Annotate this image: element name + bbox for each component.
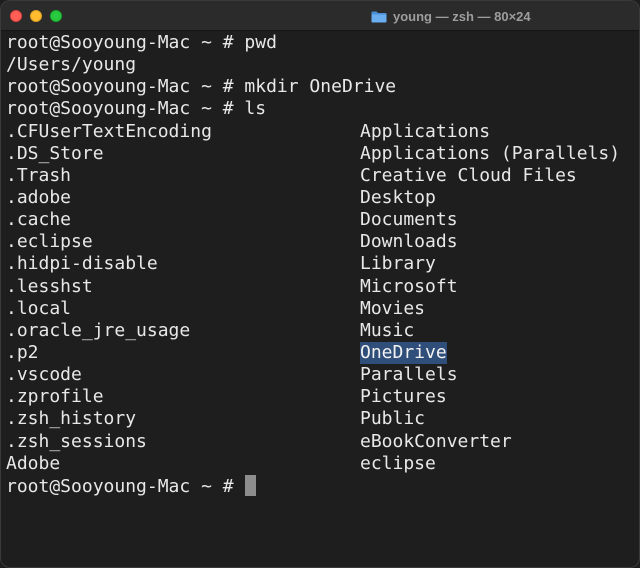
ls-row: .eclipse Downloads [6, 231, 639, 253]
window-title: young — zsh — 80×24 [393, 8, 531, 24]
ls-row: .zprofile Pictures [6, 386, 639, 408]
ls-entry: Adobe [6, 452, 61, 474]
ls-entry: Documents [360, 209, 458, 231]
ls-row: .oracle_jre_usage Music [6, 320, 639, 342]
ls-entry: eclipse [360, 452, 436, 474]
ls-row: .zsh_history Public [6, 408, 639, 430]
ls-entry: Creative Cloud Files [360, 164, 577, 186]
ls-entry: Music [360, 319, 415, 341]
ls-row: .DS_Store Applications (Parallels) [6, 143, 639, 165]
ls-entry: .Trash [6, 164, 72, 186]
terminal-output[interactable]: root@Sooyoung-Mac ~ # pwd /Users/young r… [6, 32, 639, 497]
history-line: root@Sooyoung-Mac ~ # ls [6, 98, 267, 120]
ls-entry: Library [360, 253, 436, 275]
ls-entry: .DS_Store [6, 142, 104, 164]
ls-entry: Pictures [360, 386, 447, 408]
ls-entry: .zsh_history [6, 408, 137, 430]
ls-entry: Movies [360, 297, 426, 319]
text-cursor [245, 474, 257, 496]
selected-ls-entry[interactable]: OneDrive [360, 341, 447, 365]
ls-entry: .hidpi-disable [6, 253, 158, 275]
title-bar[interactable]: young — zsh — 80×24 [1, 1, 639, 31]
ls-entry: Applications (Parallels) [360, 142, 621, 164]
ls-row: .local Movies [6, 298, 639, 320]
ls-entry: .zsh_sessions [6, 430, 147, 452]
ls-entry: Microsoft [360, 275, 458, 297]
terminal-window: young — zsh — 80×24 root@Sooyoung-Mac ~ … [0, 0, 640, 568]
window-title-group: young — zsh — 80×24 [371, 8, 531, 24]
ls-row: .cache Documents [6, 209, 639, 231]
ls-entry: .oracle_jre_usage [6, 319, 191, 341]
ls-row: .vscode Parallels [6, 364, 639, 386]
ls-row: .zsh_sessions eBookConverter [6, 431, 639, 453]
history-line: /Users/young [6, 54, 137, 76]
ls-row: .lesshst Microsoft [6, 276, 639, 298]
ls-entry: .cache [6, 209, 72, 231]
zoom-window-button[interactable] [50, 10, 62, 22]
ls-row: .adobe Desktop [6, 187, 639, 209]
ls-row: Adobe eclipse [6, 453, 639, 475]
ls-entry: .zprofile [6, 386, 104, 408]
ls-entry: Parallels [360, 364, 458, 386]
ls-row: .Trash Creative Cloud Files [6, 165, 639, 187]
close-window-button[interactable] [10, 10, 22, 22]
folder-icon [371, 10, 387, 23]
prompt-line[interactable]: root@Sooyoung-Mac ~ # [6, 474, 639, 497]
ls-entry: .vscode [6, 364, 82, 386]
ls-row: .p2 OneDrive [6, 341, 639, 365]
ls-entry: Applications [360, 120, 491, 142]
ls-entry: eBookConverter [360, 430, 512, 452]
ls-entry: .CFUserTextEncoding [6, 120, 212, 142]
history-line: root@Sooyoung-Mac ~ # mkdir OneDrive [6, 76, 397, 98]
ls-entry: Public [360, 408, 426, 430]
ls-entry: .adobe [6, 186, 72, 208]
ls-row: .hidpi-disable Library [6, 253, 639, 275]
ls-entry: .lesshst [6, 275, 93, 297]
ls-entry: Downloads [360, 231, 458, 253]
minimize-window-button[interactable] [30, 10, 42, 22]
ls-entry: .p2 [6, 341, 39, 363]
ls-entry: .eclipse [6, 231, 93, 253]
history-line: root@Sooyoung-Mac ~ # pwd [6, 32, 277, 53]
ls-row: .CFUserTextEncoding Applications [6, 121, 639, 143]
ls-entry: Desktop [360, 186, 436, 208]
ls-entry: .local [6, 297, 72, 319]
